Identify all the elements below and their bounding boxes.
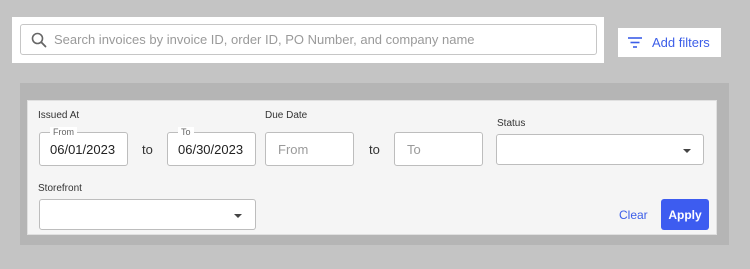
add-filters-button[interactable]: Add filters xyxy=(618,28,721,57)
status-select[interactable] xyxy=(496,134,704,165)
issued-at-label: Issued At xyxy=(38,110,80,121)
issued-from-field[interactable]: From 06/01/2023 xyxy=(39,127,128,166)
due-to-field[interactable]: To xyxy=(394,132,483,166)
due-to-placeholder: To xyxy=(407,142,421,157)
clear-button[interactable]: Clear xyxy=(619,208,648,222)
chevron-down-icon xyxy=(234,214,242,218)
search-box[interactable] xyxy=(20,24,597,55)
search-icon xyxy=(31,32,47,48)
storefront-select[interactable] xyxy=(39,199,256,230)
issued-to-value: 06/30/2023 xyxy=(178,142,244,157)
storefront-label: Storefront xyxy=(38,183,82,194)
search-card xyxy=(12,17,604,63)
issued-from-value: 06/01/2023 xyxy=(50,142,116,157)
chevron-down-icon xyxy=(683,149,691,153)
due-from-field[interactable]: From xyxy=(265,132,354,166)
status-label: Status xyxy=(497,118,526,129)
issued-to-separator: to xyxy=(142,142,153,157)
due-from-placeholder: From xyxy=(278,142,309,157)
due-to-separator: to xyxy=(369,142,380,157)
add-filters-label: Add filters xyxy=(652,35,710,50)
due-date-label: Due Date xyxy=(265,110,308,121)
apply-button[interactable]: Apply xyxy=(661,199,709,230)
filter-lines-icon xyxy=(628,37,642,48)
search-input[interactable] xyxy=(54,25,584,54)
filter-panel: Issued At From 06/01/2023 to To 06/30/20… xyxy=(27,100,717,235)
issued-to-field[interactable]: To 06/30/2023 xyxy=(167,127,256,166)
issued-from-label: From xyxy=(50,127,77,137)
issued-to-label: To xyxy=(178,127,194,137)
